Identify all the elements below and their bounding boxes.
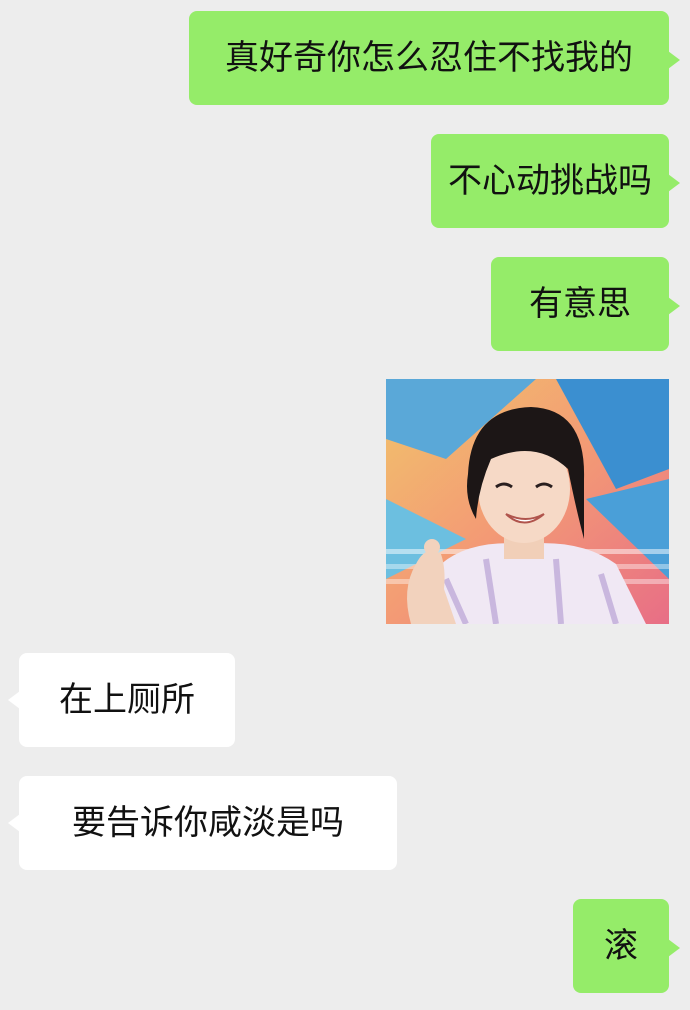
message-text: 要告诉你咸淡是吗 — [72, 803, 344, 843]
message-text: 不心动挑战吗 — [448, 161, 652, 201]
message-text: 滚 — [604, 926, 638, 966]
incoming-message-bubble[interactable]: 在上厕所 — [8, 653, 235, 747]
message-text: 在上厕所 — [59, 680, 195, 720]
message-row: 不心动挑战吗 — [431, 134, 680, 228]
outgoing-message-bubble[interactable]: 有意思 — [491, 257, 680, 351]
message-text: 真好奇你怎么忍住不找我的 — [225, 38, 633, 78]
message-text: 有意思 — [529, 284, 631, 324]
outgoing-message-bubble[interactable]: 滚 — [573, 899, 680, 993]
message-row: 有意思 — [491, 257, 680, 351]
outgoing-message-bubble[interactable]: 不心动挑战吗 — [431, 134, 680, 228]
incoming-message-bubble[interactable]: 要告诉你咸淡是吗 — [8, 776, 397, 870]
outgoing-message-bubble[interactable]: 真好奇你怎么忍住不找我的 — [189, 11, 680, 105]
laughing-woman-sticker[interactable] — [386, 379, 669, 624]
message-row: 滚 — [573, 899, 680, 993]
message-row: 要告诉你咸淡是吗 — [8, 776, 397, 870]
message-row: 在上厕所 — [8, 653, 235, 747]
message-row: 真好奇你怎么忍住不找我的 — [189, 11, 680, 105]
